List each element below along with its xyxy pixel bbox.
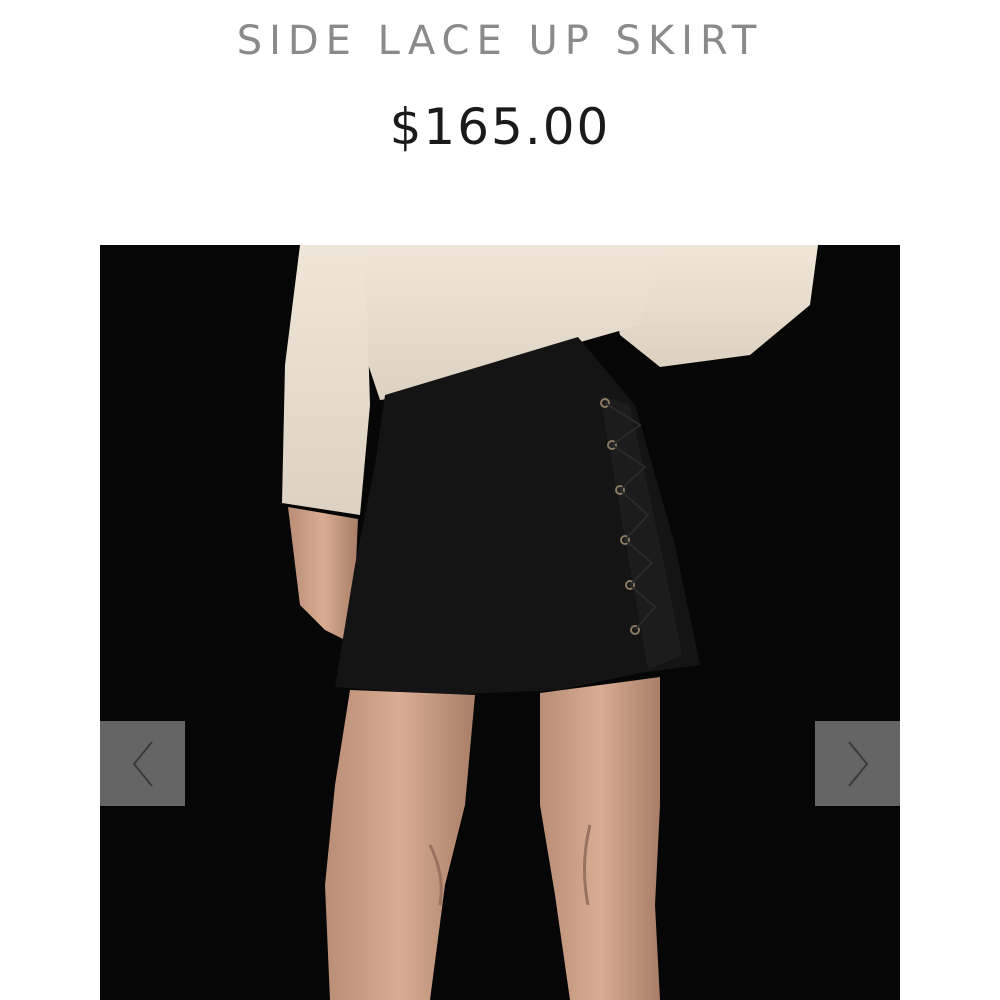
gallery-next-button[interactable] [815, 721, 900, 806]
gallery-prev-button[interactable] [100, 721, 185, 806]
product-page: SIDE LACE UP SKIRT $165.00 [0, 0, 1000, 1000]
product-title: SIDE LACE UP SKIRT [236, 18, 764, 64]
chevron-left-icon [132, 740, 153, 787]
product-photo [100, 245, 900, 1000]
product-price: $165.00 [389, 98, 611, 156]
chevron-right-icon [847, 740, 868, 787]
product-image-gallery [100, 245, 900, 1000]
